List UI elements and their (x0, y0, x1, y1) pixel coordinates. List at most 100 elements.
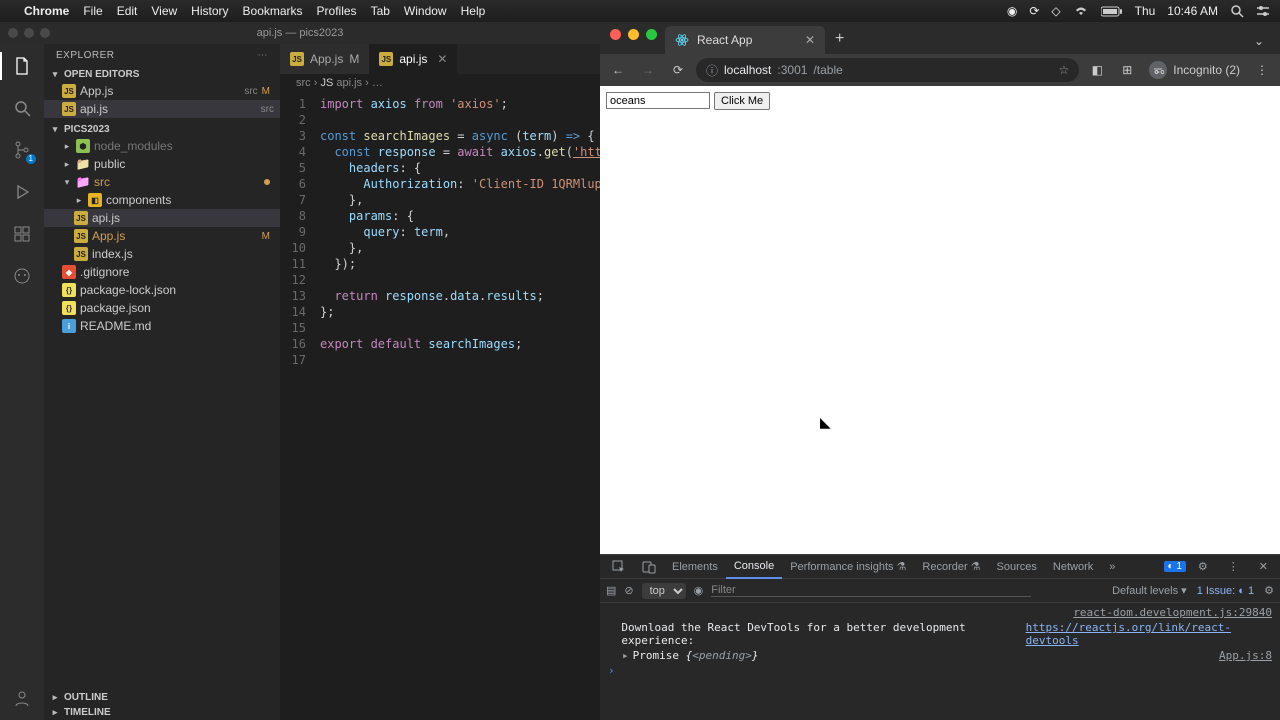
devtools-panel: Elements Console Performance insights ⚗ … (600, 554, 1280, 720)
devtools-close-icon[interactable]: ✕ (1251, 555, 1276, 579)
sync-icon[interactable]: ⟳ (1029, 4, 1039, 18)
menubar-day[interactable]: Thu (1135, 4, 1156, 18)
outline-header[interactable]: OUTLINE (44, 690, 280, 705)
devtools-tab-network[interactable]: Network (1045, 555, 1101, 579)
console-settings-icon[interactable]: ⚙ (1264, 584, 1274, 597)
new-tab-button[interactable]: + (825, 24, 854, 54)
console-filter-input[interactable] (711, 584, 1031, 597)
open-editor-item[interactable]: JS App.js src M (44, 82, 280, 100)
extensions-icon[interactable] (10, 222, 34, 246)
tree-file-pkg-lock[interactable]: {}package-lock.json (44, 281, 280, 299)
forward-button[interactable]: → (636, 58, 660, 82)
tree-folder-src[interactable]: src (44, 173, 280, 191)
close-tab-icon[interactable]: ✕ (805, 33, 815, 47)
screenrecord-icon[interactable]: ◉ (1007, 4, 1017, 18)
live-expression-icon[interactable]: ◉ (694, 579, 704, 603)
wifi-icon[interactable] (1073, 5, 1089, 17)
back-button[interactable]: ← (606, 58, 630, 82)
menu-view[interactable]: View (151, 4, 177, 18)
open-editor-item[interactable]: JS api.js src (44, 100, 280, 118)
console-output[interactable]: react-dom.development.js:29840 Download … (600, 603, 1280, 720)
spotlight-icon[interactable] (1230, 4, 1244, 18)
tree-folder-node-modules[interactable]: ⬢node_modules (44, 137, 280, 155)
browser-tab[interactable]: React App ✕ (665, 26, 825, 54)
chrome-traffic-lights[interactable] (606, 29, 665, 48)
tree-file-app[interactable]: JSApp.jsM (44, 227, 280, 245)
bookmark-star-icon[interactable]: ☆ (1059, 63, 1070, 77)
copilot-icon[interactable] (10, 264, 34, 288)
expand-object-icon[interactable]: ▸ (622, 649, 633, 662)
devtools-tab-sources[interactable]: Sources (989, 555, 1045, 579)
error-count-badge[interactable]: ◐ 1 (1164, 561, 1186, 572)
console-prompt-icon[interactable]: › (608, 664, 621, 677)
breadcrumbs[interactable]: src › JS api.js › … (280, 74, 600, 92)
log-source-link[interactable]: react-dom.development.js:29840 (1073, 606, 1272, 619)
incognito-badge[interactable]: Incognito (2) (1145, 61, 1244, 79)
tree-folder-public[interactable]: public (44, 155, 280, 173)
battery-icon[interactable] (1101, 6, 1123, 17)
devtools-menu-icon[interactable]: ⋮ (1220, 555, 1247, 579)
devtools-tab-recorder[interactable]: Recorder ⚗ (914, 555, 988, 579)
menu-profiles[interactable]: Profiles (317, 4, 357, 18)
menu-edit[interactable]: Edit (117, 4, 138, 18)
devtools-settings-icon[interactable]: ⚙ (1190, 555, 1216, 579)
code-editor[interactable]: 1import axios from 'axios'; 2 3const sea… (280, 92, 600, 720)
tree-folder-components[interactable]: ◧components (44, 191, 280, 209)
side-panel-icon[interactable]: ◧ (1085, 58, 1109, 82)
devtools-link[interactable]: https://reactjs.org/link/react-devtools (1026, 621, 1272, 647)
control-center-icon[interactable] (1256, 5, 1270, 17)
search-icon[interactable] (10, 96, 34, 120)
menubar-app-name[interactable]: Chrome (24, 4, 69, 18)
tab-api-js[interactable]: JSapi.js✕ (369, 44, 457, 74)
timeline-header[interactable]: TIMELINE (44, 705, 280, 720)
extensions-puzzle-icon[interactable]: ⊞ (1115, 58, 1139, 82)
reload-button[interactable]: ⟳ (666, 58, 690, 82)
console-sidebar-toggle-icon[interactable]: ▤ (606, 579, 616, 603)
open-editors-header[interactable]: OPEN EDITORS (44, 67, 280, 82)
menubar-time[interactable]: 10:46 AM (1167, 4, 1218, 18)
menu-help[interactable]: Help (461, 4, 486, 18)
tab-app-js[interactable]: JSApp.jsM (280, 44, 369, 74)
device-toggle-icon[interactable] (634, 555, 664, 579)
accounts-icon[interactable] (10, 686, 34, 710)
menu-tab[interactable]: Tab (371, 4, 390, 18)
address-bar[interactable]: ⓘ localhost:3001/table ☆ (696, 58, 1079, 82)
close-tab-icon[interactable]: ✕ (433, 52, 447, 66)
bluetooth-icon[interactable]: ◇ (1051, 4, 1060, 18)
tree-file-pkg[interactable]: {}package.json (44, 299, 280, 317)
tree-file-index[interactable]: JSindex.js (44, 245, 280, 263)
menu-bookmarks[interactable]: Bookmarks (243, 4, 303, 18)
tab-dropdown-icon[interactable]: ⌄ (1244, 28, 1274, 54)
issues-link[interactable]: 1 Issue: ◐ 1 (1197, 585, 1254, 597)
macos-menubar: Chrome File Edit View History Bookmarks … (0, 0, 1280, 22)
tree-file-gitignore[interactable]: ◆.gitignore (44, 263, 280, 281)
devtools-tab-console[interactable]: Console (726, 555, 782, 579)
tab-title: React App (697, 33, 752, 47)
vscode-titlebar[interactable]: api.js — pics2023 (0, 22, 600, 44)
click-me-button[interactable]: Click Me (714, 92, 770, 110)
run-debug-icon[interactable] (10, 180, 34, 204)
log-levels-dropdown[interactable]: Default levels ▾ (1112, 584, 1187, 597)
devtools-more-tabs-icon[interactable]: » (1101, 555, 1123, 579)
menu-window[interactable]: Window (404, 4, 447, 18)
menu-file[interactable]: File (83, 4, 102, 18)
clear-console-icon[interactable]: ⊘ (624, 579, 633, 603)
context-selector[interactable]: top (642, 583, 686, 599)
tree-file-readme[interactable]: iREADME.md (44, 317, 280, 335)
inspect-element-icon[interactable] (604, 555, 634, 579)
log-source-link[interactable]: App.js:8 (1219, 649, 1272, 662)
project-header[interactable]: PICS2023 (44, 122, 280, 137)
chrome-menu-icon[interactable]: ⋮ (1250, 58, 1274, 82)
tree-file-api[interactable]: JSapi.js (44, 209, 280, 227)
editor-area: JSApp.jsM JSapi.js✕ src › JS api.js › … … (280, 44, 600, 720)
search-input[interactable] (606, 92, 710, 109)
explorer-more-icon[interactable]: ⋯ (258, 50, 269, 61)
devtools-tab-perf[interactable]: Performance insights ⚗ (782, 555, 914, 579)
devtools-tab-elements[interactable]: Elements (664, 555, 726, 579)
chevron-right-icon (50, 692, 60, 703)
explorer-icon[interactable] (10, 54, 34, 78)
site-info-icon[interactable]: ⓘ (706, 62, 718, 79)
source-control-icon[interactable]: 1 (10, 138, 34, 162)
vscode-traffic-lights[interactable] (8, 28, 50, 38)
menu-history[interactable]: History (191, 4, 228, 18)
